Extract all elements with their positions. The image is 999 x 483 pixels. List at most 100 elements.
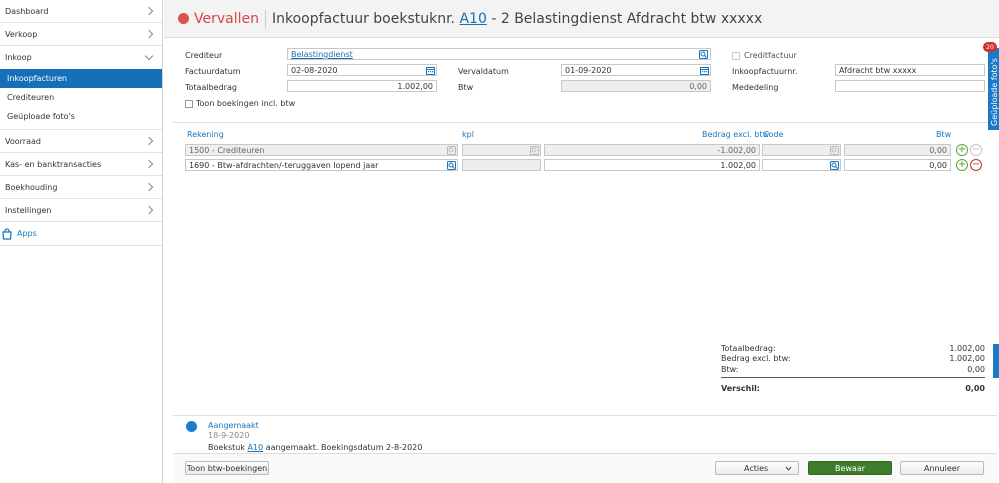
sidebar-item-label: Dashboard: [5, 6, 49, 16]
sidebar-item-label: Instellingen: [5, 205, 52, 215]
sidebar-subgroup-inkoop: Inkoopfacturen Crediteuren Geüploade fot…: [0, 69, 162, 130]
sidebar-item-label: Kas- en banktransacties: [5, 159, 102, 169]
col-header-kpl: kpl: [462, 130, 474, 139]
mededeling-input[interactable]: [835, 80, 985, 92]
section-divider: [173, 415, 997, 416]
crediteur-label: Crediteur: [185, 51, 223, 60]
picker-icon: [830, 146, 839, 155]
sidebar-item-inkoop[interactable]: Inkoop: [0, 46, 162, 69]
sidebar-item-voorraad[interactable]: Voorraad: [0, 130, 162, 153]
chevron-right-icon: [144, 136, 154, 146]
summary-excl-label: Bedrag excl. btw:: [721, 354, 791, 363]
invoice-panel: Crediteur Belastingdienst Creditfactuur …: [173, 39, 997, 483]
remove-row-button: −: [970, 144, 982, 156]
chevron-right-icon: [144, 182, 154, 192]
timeline-doc-link[interactable]: A10: [248, 443, 264, 452]
acties-dropdown[interactable]: Acties: [715, 461, 799, 475]
chevron-right-icon: [144, 6, 154, 16]
title-prefix: Inkoopfactuur boekstuknr.: [272, 10, 456, 27]
timeline-text: Boekstuk A10 aangemaakt. Boekingsdatum 2…: [208, 443, 422, 452]
chevron-down-icon: [785, 466, 792, 471]
row-2-kpl: [462, 159, 541, 171]
summary-totaal-value: 1.002,00: [949, 344, 985, 353]
inkoopfactuurnr-input[interactable]: Afdracht btw xxxxx: [835, 64, 985, 76]
sidebar: Dashboard Verkoop Inkoop Inkoopfacturen …: [0, 0, 163, 483]
page-title: Inkoopfactuur boekstuknr. A10 - 2 Belast…: [272, 11, 762, 27]
add-row-button[interactable]: +: [956, 159, 968, 171]
timeline-title: Aangemaakt: [208, 421, 259, 430]
calendar-icon[interactable]: [426, 66, 435, 75]
btw-input: 0,00: [561, 80, 711, 92]
sidebar-item-verkoop[interactable]: Verkoop: [0, 23, 162, 46]
title-suffix: - 2 Belastingdienst Afdracht btw xxxxx: [491, 10, 763, 27]
status-label: Vervallen: [194, 10, 259, 27]
uploaded-photos-badge: 20: [983, 42, 997, 52]
sidebar-item-label: Inkoop: [5, 53, 32, 62]
timeline-text-prefix: Boekstuk: [208, 443, 245, 452]
add-row-button[interactable]: +: [956, 144, 968, 156]
factuurdatum-input[interactable]: 02-08-2020: [287, 64, 437, 76]
row-2-rekening[interactable]: 1690 - Btw-afdrachten/-teruggaven lopend…: [185, 159, 458, 171]
crediteur-field[interactable]: Belastingdienst: [287, 48, 711, 60]
inkoopfactuurnr-label: Inkoopfactuurnr.: [732, 67, 798, 76]
summary-verschil-value: 0,00: [965, 384, 985, 393]
page-header: Vervallen Inkoopfactuur boekstuknr. A10 …: [164, 0, 999, 38]
shopping-bag-icon: [2, 227, 12, 240]
row-1-bedrag: -1.002,00: [544, 144, 760, 156]
picker-icon: [447, 146, 456, 155]
sidebar-subitem-inkoopfacturen[interactable]: Inkoopfacturen: [0, 69, 162, 88]
sidebar-item-kas-bank[interactable]: Kas- en banktransacties: [0, 153, 162, 176]
doc-number-link[interactable]: A10: [459, 11, 486, 27]
col-header-code: Code: [763, 130, 784, 139]
summary-totaal-label: Totaalbedrag:: [721, 344, 776, 353]
timeline-dot-icon: [186, 421, 197, 432]
sidebar-subitem-crediteuren[interactable]: Crediteuren: [0, 88, 162, 107]
totaalbedrag-input[interactable]: 1.002,00: [287, 80, 437, 92]
section-divider: [173, 122, 997, 123]
summary-rule: [721, 377, 985, 378]
timeline-date: 18-9-2020: [208, 431, 250, 440]
timeline-text-suffix: aangemaakt. Boekingsdatum 2-8-2020: [265, 443, 423, 452]
chevron-right-icon: [144, 205, 154, 215]
picker-icon[interactable]: [830, 161, 839, 170]
chevron-down-icon: [144, 51, 154, 61]
crediteur-link[interactable]: Belastingdienst: [291, 50, 353, 59]
summary-btw-label: Btw:: [721, 365, 739, 374]
sidebar-subitem-geuploade-fotos[interactable]: Geüploade foto's: [0, 107, 162, 126]
toon-btw-boekingen-button[interactable]: Toon btw-boekingen: [185, 461, 269, 475]
sidebar-item-label: Verkoop: [5, 29, 38, 39]
col-header-rekening: Rekening: [187, 130, 224, 139]
chevron-right-icon: [144, 159, 154, 169]
factuurdatum-label: Factuurdatum: [185, 67, 241, 76]
row-1-btw: 0,00: [844, 144, 951, 156]
bewaar-button[interactable]: Bewaar: [808, 461, 892, 475]
creditfactuur-label: Creditfactuur: [744, 51, 797, 60]
apps-label: Apps: [17, 229, 37, 238]
footer-bar: Toon btw-boekingen Acties Bewaar Annulee…: [173, 453, 997, 483]
status-dot-icon: [178, 13, 189, 24]
mededeling-label: Mededeling: [732, 83, 779, 92]
chevron-right-icon: [144, 29, 154, 39]
creditfactuur-checkbox[interactable]: [732, 52, 740, 60]
picker-icon: [530, 146, 539, 155]
remove-row-button[interactable]: −: [970, 159, 982, 171]
sidebar-item-boekhouding[interactable]: Boekhouding: [0, 176, 162, 199]
picker-icon[interactable]: [699, 50, 708, 59]
uploaded-photos-tab-label: Geüploade foto's: [990, 58, 999, 126]
col-header-bedrag: Bedrag excl. btw: [702, 130, 770, 139]
side-panel-tab[interactable]: [993, 344, 999, 378]
row-2-bedrag[interactable]: 1.002,00: [544, 159, 760, 171]
summary-verschil-label: Verschil:: [721, 384, 761, 393]
toon-btw-label: Toon boekingen incl. btw: [196, 99, 296, 108]
sidebar-item-dashboard[interactable]: Dashboard: [0, 0, 162, 23]
sidebar-item-label: Boekhouding: [5, 182, 58, 192]
vervaldatum-input[interactable]: 01-09-2020: [561, 64, 711, 76]
header-separator: [265, 9, 266, 28]
sidebar-item-instellingen[interactable]: Instellingen: [0, 199, 162, 222]
toon-btw-checkbox[interactable]: [185, 100, 193, 108]
row-2-btw[interactable]: 0,00: [844, 159, 951, 171]
annuleer-button[interactable]: Annuleer: [900, 461, 984, 475]
calendar-icon[interactable]: [700, 66, 709, 75]
sidebar-item-apps[interactable]: Apps: [0, 222, 162, 246]
picker-icon[interactable]: [447, 161, 456, 170]
